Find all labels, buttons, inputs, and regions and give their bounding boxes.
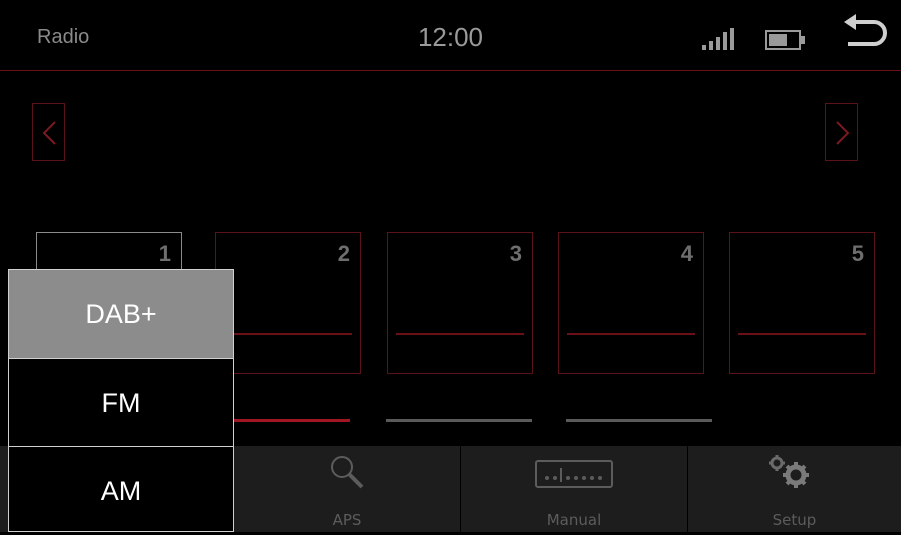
band-option-fm[interactable]: FM xyxy=(9,358,233,446)
preset-divider xyxy=(567,333,695,335)
preset-2[interactable]: 2 xyxy=(215,232,361,374)
preset-number: 2 xyxy=(337,241,350,266)
band-selector-menu: DAB+ FM AM xyxy=(8,269,234,532)
page-indicator-3 xyxy=(566,419,712,422)
back-icon[interactable] xyxy=(840,12,888,52)
preset-divider xyxy=(396,333,524,335)
band-option-am[interactable]: AM xyxy=(9,446,233,533)
page-indicator-2 xyxy=(386,419,532,422)
chevron-left-icon xyxy=(42,121,56,145)
manual-tuning-icon xyxy=(535,460,613,488)
battery-icon xyxy=(765,30,805,50)
search-icon xyxy=(331,456,364,489)
aps-label: APS xyxy=(332,511,362,529)
status-bar: Radio 12:00 xyxy=(0,0,901,71)
manual-label: Manual xyxy=(546,511,602,529)
preset-5[interactable]: 5 xyxy=(729,232,875,374)
next-page-button[interactable] xyxy=(825,103,858,161)
signal-strength-icon xyxy=(702,28,734,50)
preset-divider xyxy=(224,333,352,335)
setup-label: Setup xyxy=(772,511,817,529)
preset-divider xyxy=(738,333,866,335)
gear-icon xyxy=(769,455,809,488)
chevron-right-icon xyxy=(836,121,850,145)
preset-number: 4 xyxy=(680,241,693,266)
setup-button[interactable]: Setup xyxy=(688,446,901,532)
band-option-dab[interactable]: DAB+ xyxy=(9,270,233,358)
preset-4[interactable]: 4 xyxy=(558,232,704,374)
preset-3[interactable]: 3 xyxy=(387,232,533,374)
previous-page-button[interactable] xyxy=(32,103,65,161)
manual-button[interactable]: Manual xyxy=(461,446,687,532)
preset-number: 5 xyxy=(851,241,864,266)
preset-number: 3 xyxy=(509,241,522,266)
aps-button[interactable]: APS xyxy=(234,446,460,532)
preset-number: 1 xyxy=(158,241,171,266)
